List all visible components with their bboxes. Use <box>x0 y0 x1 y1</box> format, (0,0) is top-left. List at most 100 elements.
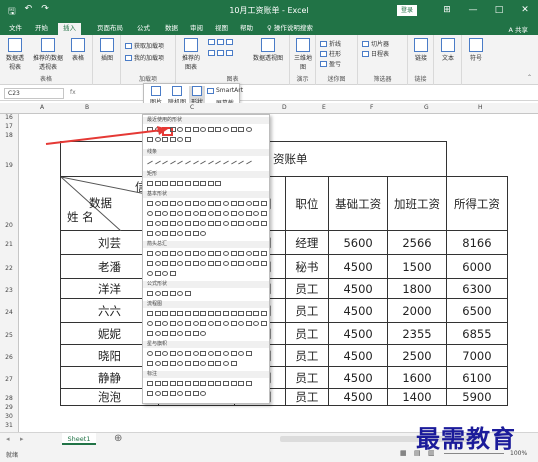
shape-thumbnail[interactable] <box>200 381 207 386</box>
shape-thumbnail[interactable] <box>215 221 222 226</box>
total-cell[interactable]: 6855 <box>445 322 509 345</box>
shape-thumbnail[interactable] <box>230 211 237 216</box>
shape-thumbnail[interactable] <box>169 261 176 266</box>
overtime-cell[interactable]: 2355 <box>387 322 447 345</box>
shape-thumbnail[interactable] <box>215 251 222 256</box>
shape-thumbnail[interactable] <box>230 221 237 226</box>
illustrations-button[interactable]: 插图 <box>97 38 117 62</box>
shape-thumbnail[interactable] <box>200 351 207 356</box>
shape-thumbnail[interactable] <box>223 127 229 132</box>
row-header[interactable]: 27 <box>0 366 19 388</box>
shape-thumbnail[interactable] <box>169 391 176 396</box>
shape-thumbnail[interactable] <box>253 261 260 266</box>
shape-thumbnail[interactable] <box>185 391 191 396</box>
shape-thumbnail[interactable] <box>154 351 161 356</box>
shape-thumbnail[interactable] <box>162 211 169 216</box>
close-button[interactable]: ✕ <box>512 0 538 21</box>
shape-thumbnail[interactable] <box>177 160 184 165</box>
shape-thumbnail[interactable] <box>223 351 229 356</box>
shape-thumbnail[interactable] <box>230 160 237 165</box>
shape-thumbnail[interactable] <box>154 201 161 206</box>
shape-thumbnail[interactable] <box>215 321 222 326</box>
shape-thumbnail[interactable] <box>238 321 245 326</box>
shape-thumbnail[interactable] <box>177 361 184 366</box>
shape-thumbnail[interactable] <box>169 381 176 386</box>
shape-thumbnail[interactable] <box>200 127 207 132</box>
shape-thumbnail[interactable] <box>154 311 161 316</box>
3d-map-button[interactable]: 三维地图 <box>293 38 313 71</box>
shape-thumbnail[interactable] <box>215 351 222 356</box>
row-header[interactable]: 24 <box>0 298 19 322</box>
shape-thumbnail[interactable] <box>230 351 237 356</box>
shape-thumbnail[interactable] <box>154 251 161 256</box>
shape-thumbnail[interactable] <box>200 201 207 206</box>
recommended-pivot-button[interactable]: 推荐的数据透视表 <box>32 38 64 71</box>
base-cell[interactable]: 4500 <box>328 344 389 367</box>
shape-thumbnail[interactable] <box>238 127 245 132</box>
header-overtime-pay[interactable]: 加班工资 <box>387 176 447 231</box>
shape-thumbnail[interactable] <box>215 261 222 266</box>
row-header[interactable]: 22 <box>0 254 19 278</box>
shape-thumbnail[interactable] <box>207 381 214 386</box>
tab-data[interactable]: 数据 <box>160 23 183 35</box>
shape-thumbnail[interactable] <box>192 221 199 226</box>
base-cell[interactable]: 4500 <box>328 322 389 345</box>
shape-thumbnail[interactable] <box>223 201 229 206</box>
shape-thumbnail[interactable] <box>169 291 176 296</box>
table-button[interactable]: 表格 <box>68 38 88 62</box>
shape-thumbnail[interactable] <box>261 321 267 326</box>
base-cell[interactable]: 4500 <box>328 388 389 406</box>
shape-thumbnail[interactable] <box>147 181 153 186</box>
shape-thumbnail[interactable] <box>162 201 169 206</box>
shape-thumbnail[interactable] <box>154 321 161 326</box>
shape-thumbnail[interactable] <box>185 160 191 165</box>
my-addins-button[interactable]: 我的加载项 <box>125 53 164 62</box>
shape-thumbnail[interactable] <box>177 321 184 326</box>
shape-thumbnail[interactable] <box>185 137 191 142</box>
shape-thumbnail[interactable] <box>147 381 153 386</box>
shape-thumbnail[interactable] <box>169 351 176 356</box>
shape-thumbnail[interactable] <box>253 251 260 256</box>
shape-thumbnail[interactable] <box>177 381 184 386</box>
shape-thumbnail[interactable] <box>169 201 176 206</box>
shape-thumbnail[interactable] <box>245 201 252 206</box>
base-cell[interactable]: 4500 <box>328 254 389 279</box>
pivot-table-button[interactable]: 数据透视表 <box>4 38 26 71</box>
sparkline-column-button[interactable]: 柱形 <box>320 49 341 58</box>
shape-thumbnail[interactable] <box>162 381 169 386</box>
shape-thumbnail[interactable] <box>177 137 184 142</box>
shape-thumbnail[interactable] <box>185 127 191 132</box>
shape-thumbnail[interactable] <box>261 201 267 206</box>
shape-thumbnail[interactable] <box>154 361 161 366</box>
overtime-cell[interactable]: 2000 <box>387 298 447 323</box>
shape-thumbnail[interactable] <box>230 201 237 206</box>
shape-thumbnail[interactable] <box>169 221 176 226</box>
col-header-e[interactable]: E <box>322 104 326 111</box>
shape-thumbnail[interactable] <box>185 251 191 256</box>
shape-thumbnail[interactable] <box>185 311 191 316</box>
shape-thumbnail[interactable] <box>169 251 176 256</box>
shape-thumbnail[interactable] <box>253 201 260 206</box>
link-button[interactable]: 链接 <box>411 38 431 62</box>
shape-thumbnail[interactable] <box>245 321 252 326</box>
shape-thumbnail[interactable] <box>200 361 207 366</box>
share-button[interactable]: A 共享 <box>508 24 528 34</box>
maximize-button[interactable]: □ <box>486 0 512 21</box>
shape-thumbnail[interactable] <box>245 311 252 316</box>
shape-thumbnail[interactable] <box>223 251 229 256</box>
tab-home[interactable]: 开始 <box>30 23 53 35</box>
row-header[interactable]: 25 <box>0 322 19 344</box>
shape-thumbnail[interactable] <box>162 311 169 316</box>
shape-thumbnail[interactable] <box>177 311 184 316</box>
shape-thumbnail[interactable] <box>147 231 153 236</box>
shape-thumbnail[interactable] <box>253 321 260 326</box>
shape-thumbnail[interactable] <box>192 381 199 386</box>
shape-thumbnail[interactable] <box>200 231 207 236</box>
position-cell[interactable]: 员工 <box>284 322 330 345</box>
shape-thumbnail[interactable] <box>185 351 191 356</box>
shape-thumbnail[interactable] <box>147 321 153 326</box>
shape-thumbnail[interactable] <box>177 211 184 216</box>
shape-thumbnail[interactable] <box>207 311 214 316</box>
shape-thumbnail[interactable] <box>192 391 199 396</box>
shape-thumbnail[interactable] <box>147 221 153 226</box>
